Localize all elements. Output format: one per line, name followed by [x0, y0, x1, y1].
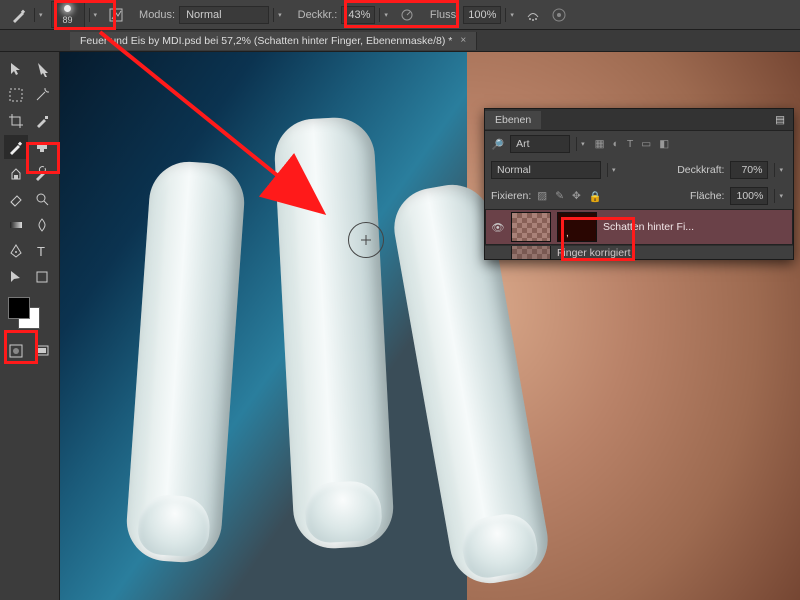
blur-tool[interactable]: [30, 213, 54, 237]
opacity-input[interactable]: 43%: [341, 6, 375, 24]
marquee-tool[interactable]: [4, 83, 28, 107]
layers-tab[interactable]: Ebenen: [485, 111, 541, 129]
lock-all-icon[interactable]: 🔒: [589, 190, 602, 203]
kind-select[interactable]: Art: [510, 135, 570, 153]
fill-dd[interactable]: ▾: [774, 189, 787, 203]
move-tool[interactable]: [4, 57, 28, 81]
brush-size-value: 89: [63, 15, 73, 25]
pressure-size-icon[interactable]: [548, 4, 570, 26]
svg-text:T: T: [37, 244, 45, 259]
layer-row[interactable]: 👁 Schatten hinter Fi...: [485, 209, 793, 245]
brush-dot-icon: [64, 5, 71, 12]
kind-dd[interactable]: ▾: [576, 137, 589, 151]
flow-input[interactable]: 100%: [463, 6, 501, 24]
crop-tool[interactable]: [4, 109, 28, 133]
clone-tool[interactable]: [4, 161, 28, 185]
opacity-dd[interactable]: ▾: [379, 8, 392, 22]
magic-wand-tool[interactable]: [30, 83, 54, 107]
shape-tool[interactable]: [30, 265, 54, 289]
visibility-toggle[interactable]: 👁: [491, 221, 505, 234]
layer-mask-thumb[interactable]: [557, 212, 597, 242]
flow-label: Fluss:: [430, 9, 459, 21]
document-tab[interactable]: Feuer und Eis by MDI.psd bei 57,2% (Scha…: [70, 32, 477, 50]
artboard-tool[interactable]: [30, 57, 54, 81]
quick-mask-icon[interactable]: [4, 339, 28, 363]
layer-opacity-label: Deckkraft:: [677, 164, 724, 176]
eraser-tool[interactable]: [4, 187, 28, 211]
layer-row[interactable]: Finger korrigiert: [485, 245, 793, 259]
brush-preset-picker[interactable]: 89: [51, 1, 85, 28]
eyedropper-tool[interactable]: [30, 109, 54, 133]
lock-pos-icon[interactable]: ✥: [572, 190, 581, 203]
document-tab-row: Feuer und Eis by MDI.psd bei 57,2% (Scha…: [0, 30, 800, 52]
text-filter-icon[interactable]: T: [627, 138, 633, 150]
mode-label: Modus:: [139, 9, 175, 21]
layer-opacity-input[interactable]: 70%: [730, 161, 768, 179]
gradient-tool[interactable]: [4, 213, 28, 237]
tools-panel: T: [0, 52, 60, 600]
layer-thumb[interactable]: [511, 212, 551, 242]
pressure-opacity-icon[interactable]: [396, 4, 418, 26]
layer-name[interactable]: Finger korrigiert: [557, 247, 787, 259]
pen-tool[interactable]: [4, 239, 28, 263]
foreground-swatch[interactable]: [8, 297, 30, 319]
layer-name[interactable]: Schatten hinter Fi...: [603, 221, 787, 233]
filter-icons[interactable]: ▦ ◐ T ▭ ◧: [595, 138, 670, 150]
type-tool[interactable]: T: [30, 239, 54, 263]
layer-opacity-dd[interactable]: ▾: [774, 163, 787, 177]
shape-filter-icon[interactable]: ▭: [641, 138, 651, 150]
options-bar: ▾ 89 ▾ Modus: Normal ▾ Deckkr.: 43% ▾ Fl…: [0, 0, 800, 30]
zoom-tool[interactable]: [30, 187, 54, 211]
brush-panel-toggle-icon[interactable]: [105, 4, 127, 26]
spot-heal-tool[interactable]: [30, 135, 54, 159]
history-brush-tool[interactable]: [30, 161, 54, 185]
path-select-tool[interactable]: [4, 265, 28, 289]
brush-cursor: [348, 222, 384, 258]
blend-mode-select[interactable]: Normal: [491, 161, 601, 179]
brush-preset-dd[interactable]: ▾: [89, 8, 102, 22]
close-icon[interactable]: ×: [460, 35, 466, 46]
blend-dd[interactable]: ▾: [607, 163, 620, 177]
tool-preset-dd[interactable]: ▾: [34, 8, 47, 22]
lock-pixels-icon[interactable]: ✎: [555, 190, 564, 203]
brush-tool[interactable]: [4, 135, 28, 159]
mode-select[interactable]: Normal: [179, 6, 269, 24]
image-filter-icon[interactable]: ▦: [595, 138, 605, 150]
lock-label: Fixieren:: [491, 190, 531, 202]
current-tool-icon: [8, 4, 30, 26]
layer-thumb[interactable]: [511, 245, 551, 259]
smart-filter-icon[interactable]: ◧: [659, 138, 669, 150]
kind-icon: 🔎: [491, 138, 504, 151]
opacity-label: Deckkr.:: [298, 9, 338, 21]
screen-mode-icon[interactable]: [30, 339, 54, 363]
document-tab-title: Feuer und Eis by MDI.psd bei 57,2% (Scha…: [80, 35, 452, 47]
fill-input[interactable]: 100%: [730, 187, 768, 205]
airbrush-icon[interactable]: [522, 4, 544, 26]
flow-dd[interactable]: ▾: [505, 8, 518, 22]
layers-panel: Ebenen ▤ 🔎 Art ▾ ▦ ◐ T ▭ ◧ Normal ▾ Deck…: [484, 108, 794, 260]
color-swatches[interactable]: [8, 297, 42, 331]
fx-filter-icon[interactable]: ◐: [613, 138, 619, 150]
mode-dd[interactable]: ▾: [273, 8, 286, 22]
panel-menu-icon[interactable]: ▤: [767, 111, 793, 129]
lock-trans-icon[interactable]: ▨: [537, 190, 547, 203]
fill-label: Fläche:: [690, 190, 724, 202]
